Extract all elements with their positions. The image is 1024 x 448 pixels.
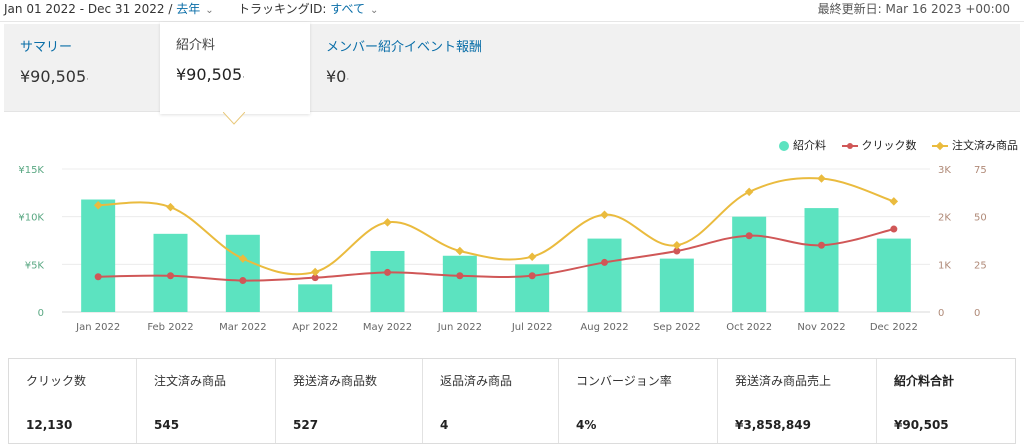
tab-summary-label: サマリー [20,40,73,55]
ordered-point [672,241,682,250]
clicks-point [94,273,102,281]
clicks-point [456,272,464,280]
ordered-point [383,218,392,227]
tab-member-referral[interactable]: メンバー紹介イベント報酬 ¥0· [310,24,540,112]
period-link[interactable]: 去年 [176,2,200,16]
summary-tabs: サマリー ¥90,505· 紹介料 ¥90,505· メンバー紹介イベント報酬 … [4,22,1020,114]
tab-summary-value: ¥90,505· [20,67,90,86]
legend-item-fees[interactable]: 紹介料 [779,137,826,153]
x-tick-label: Oct 2022 [726,322,772,333]
chevron-down-icon[interactable]: ⌄ [205,5,213,16]
legend-swatch-fees [779,141,789,151]
clicks-point [745,232,753,240]
bar-fees [225,234,260,312]
x-tick-label: Nov 2022 [797,322,845,333]
clicks-point [601,258,608,266]
chevron-down-icon[interactable]: ⌄ [370,5,378,16]
y-right-clicks-tick-label: 2K [938,213,951,224]
stat-total-fees: 紹介料合計 ¥90,505 [894,374,955,432]
ordered-point [600,210,609,220]
clicks-line [98,228,895,282]
clicks-point [528,272,536,280]
tab-referral-fees[interactable]: 紹介料 ¥90,505· [160,22,310,114]
bar-fees [659,258,694,312]
y-right-orders-tick-label: 50 [974,213,987,224]
legend-item-clicks[interactable]: クリック数 [841,137,917,153]
y-right-clicks-tick-label: 3K [938,165,951,176]
tab-referral-fees-value: ¥90,505· [176,65,246,84]
ordered-point [744,187,754,197]
chart-legend: 紹介料 クリック数 注文済み商品 [767,137,1018,153]
tab-referral-fees-label: 紹介料 [176,38,216,53]
legend-item-ordered[interactable]: 注文済み商品 [932,137,1018,153]
bar-fees [876,238,911,312]
bar-fees [81,199,116,312]
clicks-point [239,277,247,285]
y-right-orders-tick-label: 75 [974,165,987,176]
y-right-orders-tick-label: 25 [974,260,987,271]
clicks-point [818,241,825,249]
x-tick-label: Jul 2022 [511,322,553,333]
stat-conversion-rate: コンバージョン率 4% [559,359,718,443]
y-left-tick-label: ¥10K [18,213,44,224]
x-tick-label: Aug 2022 [580,322,628,333]
x-tick-label: Jan 2022 [75,322,120,333]
bar-fees [442,255,477,312]
x-tick-label: Feb 2022 [147,322,193,333]
x-tick-label: Mar 2022 [219,322,267,333]
y-right-clicks-tick-label: 1K [938,260,951,271]
bar-fees [804,208,839,312]
stat-returned-items: 返品済み商品 4 [423,359,559,443]
y-right-clicks-tick-label: 0 [938,308,944,319]
clicks-point [167,272,174,280]
ordered-point [166,202,175,212]
clicks-point [890,225,898,233]
y-right-orders-tick-label: 0 [974,308,980,319]
legend-swatch-ordered [932,141,948,151]
tracking-id-value[interactable]: すべて [330,2,365,16]
y-left-tick-label: ¥15K [18,165,44,176]
ordered-point [527,252,537,261]
date-range-selector[interactable]: Jan 01 2022 - Dec 31 2022 / 去年 ⌄ [4,0,214,17]
stat-clicks: クリック数 12,130 [9,359,137,443]
tab-member-referral-value: ¥0· [326,67,350,86]
y-left-tick-label: 0 [38,308,44,319]
bar-fees [370,250,405,312]
date-range-text: Jan 01 2022 - Dec 31 2022 / [4,2,173,16]
tracking-id-selector[interactable]: トラッキングID: すべて ⌄ [238,0,378,17]
tracking-id-label: トラッキングID: [238,2,327,16]
last-updated: 最終更新日: Mar 16 2023 +00:00 [817,2,1010,16]
ordered-line [98,177,895,276]
x-tick-label: Apr 2022 [292,322,338,333]
bar-fees [515,264,550,312]
x-tick-label: Sep 2022 [653,322,700,333]
ordered-point [889,197,899,206]
tab-summary[interactable]: サマリー ¥90,505· [4,24,160,112]
ordered-point [310,267,320,277]
ordered-point [455,246,465,256]
stat-shipped-revenue: 発送済み商品売上 ¥3,858,849 [718,359,877,443]
clicks-point [384,268,391,276]
x-tick-label: Jun 2022 [437,322,482,333]
legend-swatch-clicks [841,143,858,149]
y-left-tick-label: ¥5K [25,260,45,271]
stat-ordered-items: 注文済み商品 545 [137,359,276,443]
x-tick-label: May 2022 [363,322,412,333]
bar-fees [587,238,622,312]
bar-fees [298,284,333,312]
stat-shipped-items: 発送済み商品数 527 [276,359,423,443]
top-bar: Jan 01 2022 - Dec 31 2022 / 去年 ⌄ トラッキングID… [0,0,1024,22]
stats-bar: クリック数 12,130 注文済み商品 545 発送済み商品数 527 返品済み… [8,358,1016,444]
x-tick-label: Dec 2022 [870,322,918,333]
tab-member-referral-label: メンバー紹介イベント報酬 [326,40,483,55]
bar-fees [732,216,767,312]
ordered-point [817,174,826,183]
